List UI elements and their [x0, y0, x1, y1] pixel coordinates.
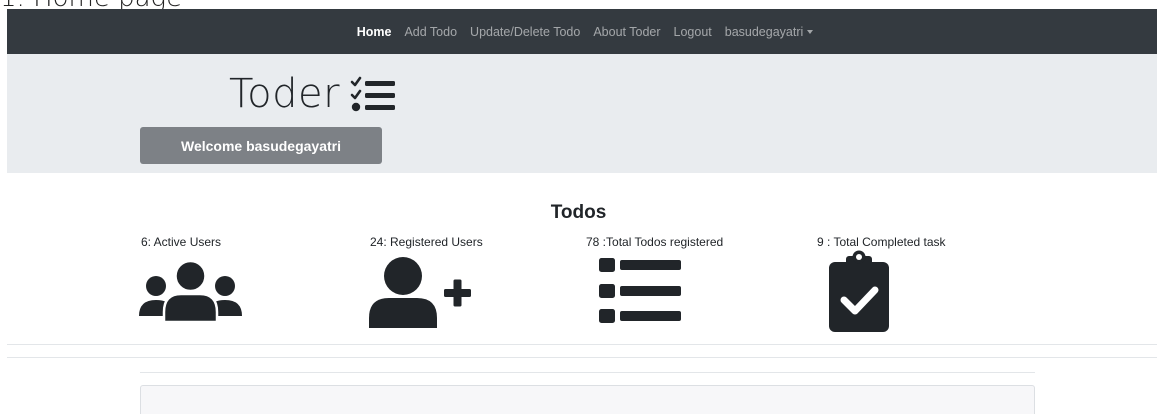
brand: Toder: [229, 71, 396, 117]
user-plus-icon: [369, 257, 471, 328]
nav-add-todo-link[interactable]: Add Todo: [404, 25, 457, 39]
divider: [7, 357, 1157, 358]
nav-home-link[interactable]: Home: [357, 25, 392, 39]
stat-completed-tasks-label: 9 : Total Completed task: [817, 235, 946, 249]
list-icon: [599, 258, 681, 323]
divider: [140, 372, 1035, 373]
divider: [7, 344, 1157, 345]
nav-user-dropdown[interactable]: basudegayatri: [725, 25, 814, 39]
nav-update-delete-todo-link[interactable]: Update/Delete Todo: [470, 25, 580, 39]
stat-total-todos-label: 78 :Total Todos registered: [586, 235, 724, 249]
clipboard-check-icon: [829, 250, 889, 332]
welcome-button[interactable]: Welcome basudegayatri: [140, 127, 382, 164]
tasks-icon: [350, 76, 396, 112]
nav-about-toder-link[interactable]: About Toder: [593, 25, 660, 39]
top-navbar: Home Add Todo Update/Delete Todo About T…: [7, 9, 1157, 54]
stat-active-users-label: 6: Active Users: [141, 235, 222, 249]
todo-card: [140, 385, 1035, 414]
nav-user-name: basudegayatri: [724, 24, 804, 39]
users-icon: [139, 260, 242, 322]
caret-down-icon: [807, 29, 814, 34]
jumbotron: Toder Welcome basudegayatri: [7, 54, 1157, 173]
stat-registered-users-label: 24: Registered Users: [370, 235, 483, 249]
nav-logout-link[interactable]: Logout: [674, 25, 712, 39]
brand-title: Toder: [229, 71, 341, 117]
section-title: Todos: [550, 202, 607, 223]
